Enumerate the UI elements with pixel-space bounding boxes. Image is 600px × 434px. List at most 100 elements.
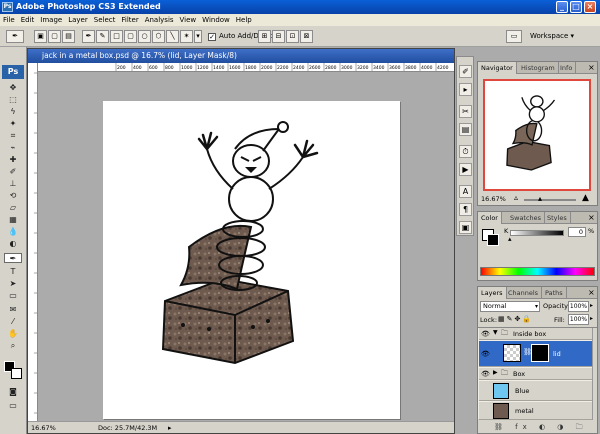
menu-image[interactable]: Image	[37, 16, 65, 24]
visibility-toggle[interactable]	[481, 406, 491, 416]
healing-brush-tool-icon[interactable]: ✚	[4, 155, 22, 165]
marquee-tool-icon[interactable]: ⬚	[4, 95, 22, 105]
layer-row-metal[interactable]: metal	[479, 402, 592, 420]
tab-navigator[interactable]: Navigator	[478, 62, 517, 74]
subtract-path-area-icon[interactable]: ⊟	[272, 30, 285, 43]
k-value-input[interactable]: 0	[568, 227, 586, 237]
history-brush-tool-icon[interactable]: ⟲	[4, 191, 22, 201]
tab-paths[interactable]: Paths	[542, 287, 567, 299]
dodge-tool-icon[interactable]: ◐	[4, 239, 22, 249]
visibility-eye-icon[interactable]: 👁	[481, 329, 491, 339]
canvas[interactable]	[103, 101, 400, 419]
visibility-toggle[interactable]	[481, 386, 491, 396]
menu-window[interactable]: Window	[199, 16, 233, 24]
tab-histogram[interactable]: Histogram	[518, 62, 559, 74]
tab-layers[interactable]: Layers	[478, 287, 507, 299]
pen-tool-icon[interactable]: ✒	[4, 253, 22, 263]
background-color-swatch[interactable]	[11, 368, 22, 379]
quick-mask-icon[interactable]: ◙	[4, 387, 22, 397]
magic-wand-tool-icon[interactable]: ✦	[4, 119, 22, 129]
layer-comps-icon[interactable]: ▤	[459, 123, 472, 136]
gradient-tool-icon[interactable]: ▦	[4, 215, 22, 225]
crop-tool-icon[interactable]: ⌗	[4, 131, 22, 141]
exclude-path-area-icon[interactable]: ⊠	[300, 30, 313, 43]
brush-presets-icon[interactable]: ✂	[459, 105, 472, 118]
navigator-preview[interactable]	[483, 79, 591, 191]
group-expand-icon[interactable]: ▼	[493, 329, 498, 336]
minimize-button[interactable]: _	[556, 1, 568, 13]
k-channel-slider[interactable]	[510, 230, 564, 236]
color-spectrum-bar[interactable]	[480, 267, 595, 276]
layer-row-blue[interactable]: Blue	[479, 381, 592, 401]
brushes-panel-icon[interactable]: ✐	[459, 65, 472, 78]
brush-tool-icon[interactable]: ✐	[4, 167, 22, 177]
pen-tool-preset-icon[interactable]: ✒	[6, 30, 24, 43]
move-tool-icon[interactable]: ✥	[4, 83, 22, 93]
color-bg-swatch[interactable]	[487, 234, 499, 246]
character-panel-icon[interactable]: A	[459, 185, 472, 198]
lasso-tool-icon[interactable]: ϟ	[4, 107, 22, 117]
line-icon[interactable]: ╲	[166, 30, 179, 43]
visibility-eye-icon[interactable]: 👁	[481, 369, 491, 379]
zoom-level[interactable]: 16.67%	[31, 422, 56, 434]
menu-filter[interactable]: Filter	[118, 16, 141, 24]
layer-row-lid[interactable]: 👁 ⛓ lid	[479, 341, 592, 367]
ellipse-icon[interactable]: ○	[138, 30, 151, 43]
workspace-icon[interactable]: ▭	[506, 30, 522, 43]
intersect-path-area-icon[interactable]: ⊡	[286, 30, 299, 43]
notes-tool-icon[interactable]: ✉	[4, 305, 22, 315]
layer-mask-thumbnail[interactable]	[531, 344, 549, 362]
navigator-zoom-value[interactable]: 16.67%	[481, 195, 506, 203]
screen-mode-icon[interactable]: ▭	[4, 401, 22, 411]
slice-tool-icon[interactable]: ⌁	[4, 143, 22, 153]
vertical-ruler[interactable]	[28, 63, 38, 421]
history-panel-icon[interactable]: ⏱	[459, 145, 472, 158]
menu-file[interactable]: File	[0, 16, 18, 24]
add-to-path-area-icon[interactable]: ⊞	[258, 30, 271, 43]
zoom-out-icon[interactable]: ▵	[514, 193, 518, 202]
layers-footer-buttons[interactable]: ⛓ fx ◐ ◑ 🗀 ▣ 🗑	[478, 421, 597, 433]
color-close-icon[interactable]: ×	[588, 212, 595, 224]
maximize-button[interactable]: □	[570, 1, 582, 13]
layer-row-box[interactable]: 👁 ▶ 🗀 Box	[479, 368, 592, 380]
fill-input[interactable]: 100%	[568, 314, 589, 325]
visibility-eye-icon[interactable]: 👁	[481, 349, 491, 359]
menu-view[interactable]: View	[177, 16, 200, 24]
clone-source-icon[interactable]: ▣	[459, 221, 472, 234]
polygon-icon[interactable]: ⬡	[152, 30, 165, 43]
auto-add-delete-checkbox[interactable]: ✓	[208, 33, 216, 41]
navigator-zoom-slider[interactable]	[524, 199, 576, 201]
eraser-tool-icon[interactable]: ▱	[4, 203, 22, 213]
actions-panel-icon[interactable]: ▶	[459, 163, 472, 176]
custom-shape-icon[interactable]: ✶	[180, 30, 193, 43]
shape-options-chevron-icon[interactable]: ▾	[194, 30, 202, 43]
opacity-input[interactable]: 100%	[568, 301, 589, 312]
layer-row-inside-box[interactable]: 👁 ▼ 🗀 Inside box	[479, 328, 592, 340]
menu-layer[interactable]: Layer	[65, 16, 91, 24]
shape-layers-icon[interactable]: ▣	[34, 30, 47, 43]
zoom-slider-handle[interactable]: ▴	[538, 194, 542, 203]
workspace-menu[interactable]: Workspace ▾	[530, 32, 574, 40]
k-slider-handle[interactable]: ▴	[508, 235, 512, 243]
hand-tool-icon[interactable]: ✋	[4, 329, 22, 339]
menu-edit[interactable]: Edit	[18, 16, 38, 24]
lock-options-icon[interactable]: ▦✎✥🔒	[498, 315, 533, 323]
tab-color[interactable]: Color	[478, 212, 502, 224]
group-collapse-icon[interactable]: ▶	[493, 369, 498, 376]
tab-info[interactable]: Info	[557, 62, 577, 74]
navigator-close-icon[interactable]: ×	[588, 62, 595, 74]
blend-mode-select[interactable]: Normal ▾	[480, 301, 540, 312]
fill-pixels-icon[interactable]: ▤	[62, 30, 75, 43]
menu-help[interactable]: Help	[233, 16, 255, 24]
path-selection-tool-icon[interactable]: ➤	[4, 279, 22, 289]
zoom-tool-icon[interactable]: ⌕	[4, 341, 22, 351]
status-menu-arrow-icon[interactable]: ▸	[168, 422, 172, 434]
freeform-pen-icon[interactable]: ✎	[96, 30, 109, 43]
paths-icon[interactable]: ▢	[48, 30, 61, 43]
close-button[interactable]: ×	[584, 1, 596, 13]
tab-styles[interactable]: Styles	[544, 212, 571, 224]
zoom-in-icon[interactable]: ▲	[582, 193, 589, 203]
pen-icon[interactable]: ✒	[82, 30, 95, 43]
blur-tool-icon[interactable]: 💧	[4, 227, 22, 237]
fill-chevron-icon[interactable]: ▸	[590, 315, 593, 322]
